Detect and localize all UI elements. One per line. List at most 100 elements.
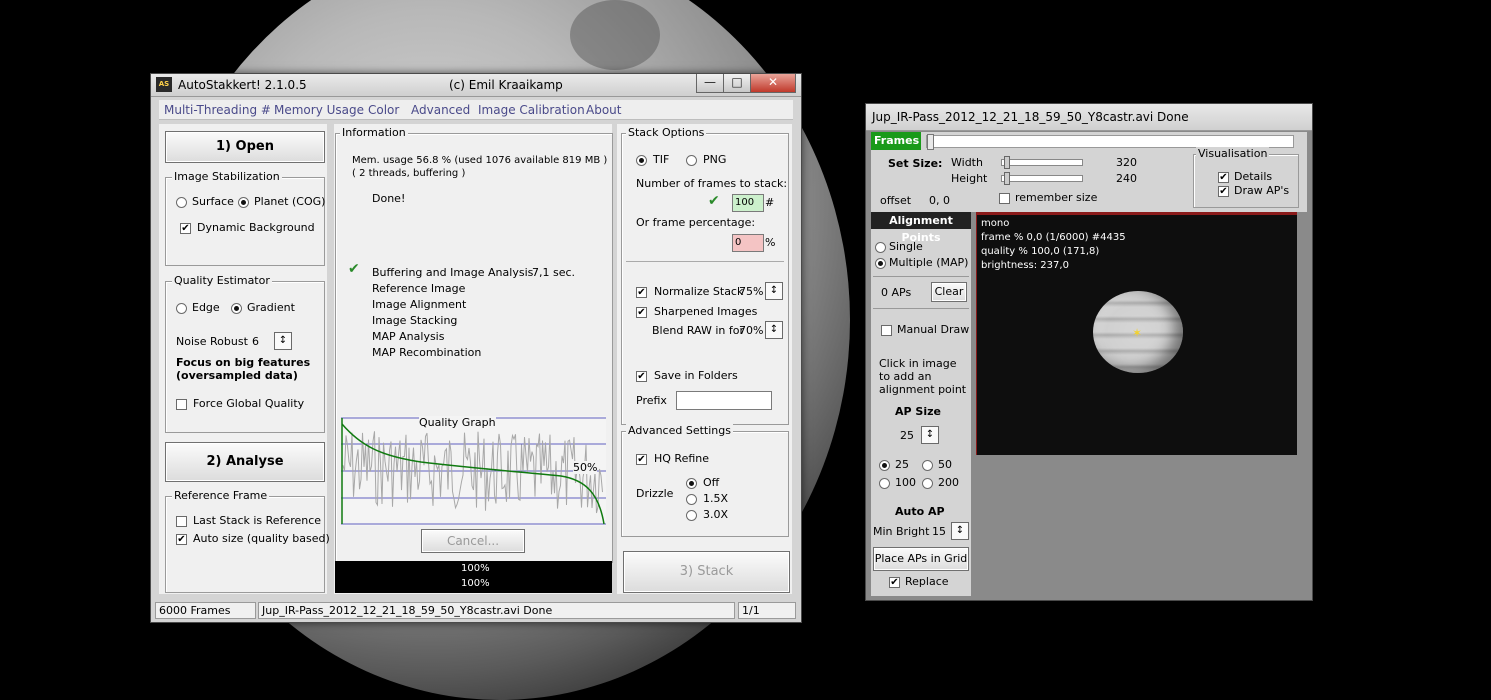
ap-size-100-radio[interactable] [879,478,890,489]
gradient-radio[interactable] [231,303,242,314]
information-group: Information Mem. usage 56.8 % (used 1076… [335,126,613,563]
normalize-spinner[interactable]: ↕ [765,282,783,300]
single-radio[interactable] [875,242,886,253]
status-file: Jup_IR-Pass_2012_12_21_18_59_50_Y8castr.… [258,602,735,619]
image-preview[interactable]: mono frame % 0,0 (1/6000) #4435 quality … [976,212,1297,455]
last-stack-label: Last Stack is Reference [193,514,322,527]
menu-multithreading[interactable]: Multi-Threading # [164,103,271,117]
tif-radio[interactable] [636,155,647,166]
replace-checkbox[interactable]: ✔ [889,577,900,588]
save-folders-checkbox[interactable]: ✔ [636,371,647,382]
drizzle-label: Drizzle [636,487,674,500]
place-aps-grid-button[interactable]: Place APs in Grid [873,547,969,571]
visualisation-label: Visualisation [1196,147,1270,160]
auto-ap-label: Auto AP [895,505,945,518]
multiple-label: Multiple (MAP) [889,256,969,269]
alignment-points-header: Alignment Points [871,212,971,244]
menu-about[interactable]: About [586,103,621,117]
stack-button[interactable]: 3) Stack [623,551,790,593]
title-bar[interactable]: AS AutoStakkert! 2.1.0.5 (c) Emil Kraaik… [151,74,801,97]
status-frames: 6000 Frames [155,602,256,619]
frame-pct-sign: % [765,236,776,249]
menu-advanced[interactable]: Advanced [411,103,470,117]
width-slider[interactable] [1001,156,1083,169]
ap-size-50-radio[interactable] [922,460,933,471]
menu-image-calibration[interactable]: Image Calibration [478,103,585,117]
menu-memory-usage[interactable]: Memory Usage [274,103,364,117]
step-map-recombination: MAP Recombination [372,346,482,359]
remember-size-checkbox[interactable] [999,193,1010,204]
num-frames-input[interactable]: 100 [732,194,764,212]
reference-frame-group: Reference Frame Last Stack is Reference … [165,489,330,593]
step-image-alignment: Image Alignment [372,298,467,311]
mem-usage-line2: ( 2 threads, buffering ) [352,168,466,179]
single-label: Single [889,240,923,253]
remember-size-label: remember size [1015,191,1098,204]
hint-line1: Click in image [879,357,957,370]
manual-draw-checkbox[interactable] [881,325,892,336]
height-slider[interactable] [1001,172,1083,185]
drizzle-15-radio[interactable] [686,494,697,505]
replace-label: Replace [905,575,949,588]
force-global-label: Force Global Quality [193,397,305,410]
drizzle-30-radio[interactable] [686,510,697,521]
sharpened-checkbox[interactable]: ✔ [636,307,647,318]
png-radio[interactable] [686,155,697,166]
draw-aps-checkbox[interactable]: ✔ [1218,186,1229,197]
step-buffering-time: 7,1 sec. [532,266,576,279]
min-bright-value: 15 [932,525,946,538]
edge-radio[interactable] [176,303,187,314]
drizzle-15-label: 1.5X [703,492,729,505]
surface-radio[interactable] [176,197,187,208]
last-stack-checkbox[interactable] [176,516,187,527]
dynamic-background-checkbox[interactable]: ✔ [180,223,191,234]
min-bright-label: Min Bright [873,525,930,538]
planet-radio[interactable] [238,197,249,208]
frame-pct-input[interactable]: 0 [732,234,764,252]
normalize-label: Normalize Stack [654,285,744,298]
maximize-icon[interactable]: □ [723,74,751,93]
drizzle-off-radio[interactable] [686,478,697,489]
auto-size-checkbox[interactable]: ✔ [176,534,187,545]
minimize-icon[interactable]: — [696,74,724,93]
stack-options-column: Stack Options TIF PNG Number of frames t… [617,124,792,594]
hq-refine-checkbox[interactable]: ✔ [636,454,647,465]
overlay-line2: frame % 0,0 (1/6000) #4435 [981,232,1126,243]
clear-button[interactable]: Clear [931,282,967,302]
multiple-radio[interactable] [875,258,886,269]
open-button[interactable]: 1) Open [165,131,325,163]
window-title: AutoStakkert! 2.1.0.5 [178,78,307,92]
min-bright-spinner[interactable]: ↕ [951,522,969,540]
preview-title-bar[interactable]: Jup_IR-Pass_2012_12_21_18_59_50_Y8castr.… [866,104,1312,131]
frames-slider-thumb[interactable] [927,134,934,150]
normalize-checkbox[interactable]: ✔ [636,287,647,298]
prefix-input[interactable] [676,391,772,410]
noise-robust-spinner[interactable]: ↕ [274,332,292,350]
offset-label: offset [880,194,912,207]
force-global-checkbox[interactable] [176,399,187,410]
blend-raw-spinner[interactable]: ↕ [765,321,783,339]
details-checkbox[interactable]: ✔ [1218,172,1229,183]
step-reference-image: Reference Image [372,282,466,295]
analyse-button[interactable]: 2) Analyse [165,442,325,482]
noise-robust-label: Noise Robust [176,335,248,348]
ap-size-200-label: 200 [938,476,959,489]
copyright-text: (c) Emil Kraaikamp [449,78,563,92]
width-value: 320 [1116,156,1137,169]
overlay-line4: brightness: 237,0 [981,260,1069,271]
cancel-button[interactable]: Cancel... [421,529,525,553]
height-label: Height [951,172,988,185]
focus-line1: Focus on big features [176,356,311,369]
ap-size-25-radio[interactable] [879,460,890,471]
menu-color[interactable]: Color [368,103,399,117]
stack-options-group: Stack Options TIF PNG Number of frames t… [621,126,789,425]
ap-size-spinner[interactable]: ↕ [921,426,939,444]
autostakkert-main-window: AS AutoStakkert! 2.1.0.5 (c) Emil Kraaik… [150,73,802,623]
close-icon[interactable]: ✕ [750,74,796,93]
drizzle-off-label: Off [703,476,720,489]
ap-size-200-radio[interactable] [922,478,933,489]
ap-size-50-label: 50 [938,458,952,471]
quality-graph-percent: 50% [573,461,598,474]
save-folders-label: Save in Folders [654,369,738,382]
ap-size-25-label: 25 [895,458,909,471]
